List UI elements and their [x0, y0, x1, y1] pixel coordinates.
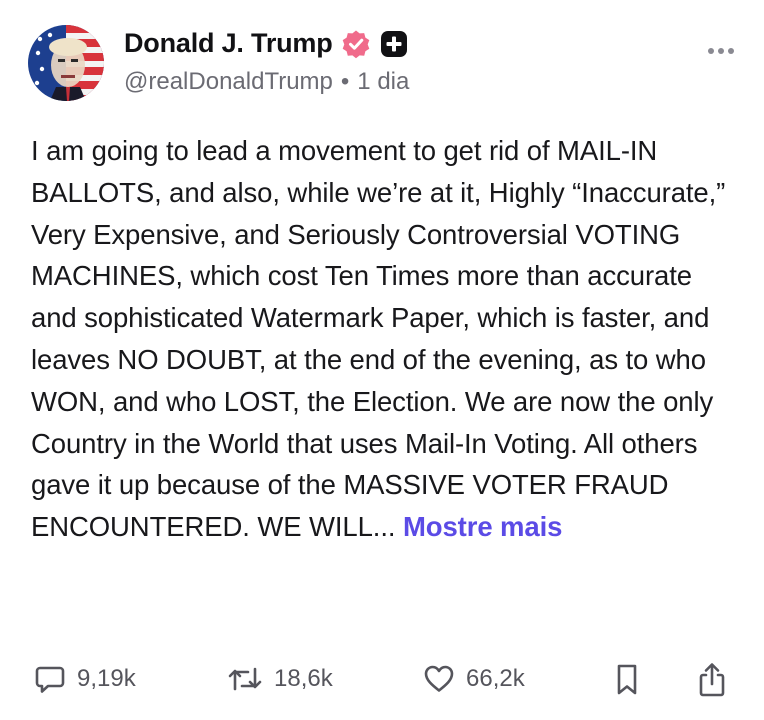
- like-button[interactable]: 66,2k: [422, 662, 525, 696]
- reply-icon: [35, 666, 65, 693]
- share-icon: [699, 663, 725, 697]
- post-timestamp[interactable]: 1 dia: [357, 68, 409, 96]
- repost-icon: [228, 667, 262, 691]
- more-options-icon[interactable]: [708, 48, 734, 54]
- author-handle[interactable]: @realDonaldTrump: [124, 68, 333, 96]
- meta-separator: •: [340, 68, 350, 95]
- post-body: I am going to lead a movement to get rid…: [31, 130, 741, 548]
- share-button[interactable]: [696, 662, 728, 698]
- more-dot: [708, 48, 714, 54]
- more-dot: [728, 48, 734, 54]
- post-card: Donald J. Trump @realDonaldTrump • 1 dia…: [0, 0, 764, 720]
- reply-button[interactable]: 9,19k: [33, 662, 136, 696]
- repost-count: 18,6k: [274, 665, 333, 692]
- show-more-link[interactable]: Mostre mais: [403, 511, 562, 542]
- avatar-image: [28, 25, 104, 101]
- plus-badge-icon: [379, 29, 409, 59]
- post-text: I am going to lead a movement to get rid…: [31, 135, 726, 543]
- reply-count: 9,19k: [77, 665, 136, 692]
- bookmark-icon: [617, 664, 637, 695]
- bookmark-button[interactable]: [612, 662, 642, 698]
- heart-icon: [424, 665, 454, 692]
- author-meta-row: @realDonaldTrump • 1 dia: [124, 68, 409, 96]
- author-display-name[interactable]: Donald J. Trump: [124, 28, 333, 59]
- avatar[interactable]: [28, 25, 104, 101]
- more-dot: [718, 48, 724, 54]
- repost-button[interactable]: 18,6k: [226, 662, 333, 696]
- like-count: 66,2k: [466, 665, 525, 692]
- verified-badge-icon: [341, 29, 371, 59]
- action-bar: 9,19k 18,6k 66,2k: [0, 662, 764, 706]
- author-name-row: Donald J. Trump: [124, 28, 409, 59]
